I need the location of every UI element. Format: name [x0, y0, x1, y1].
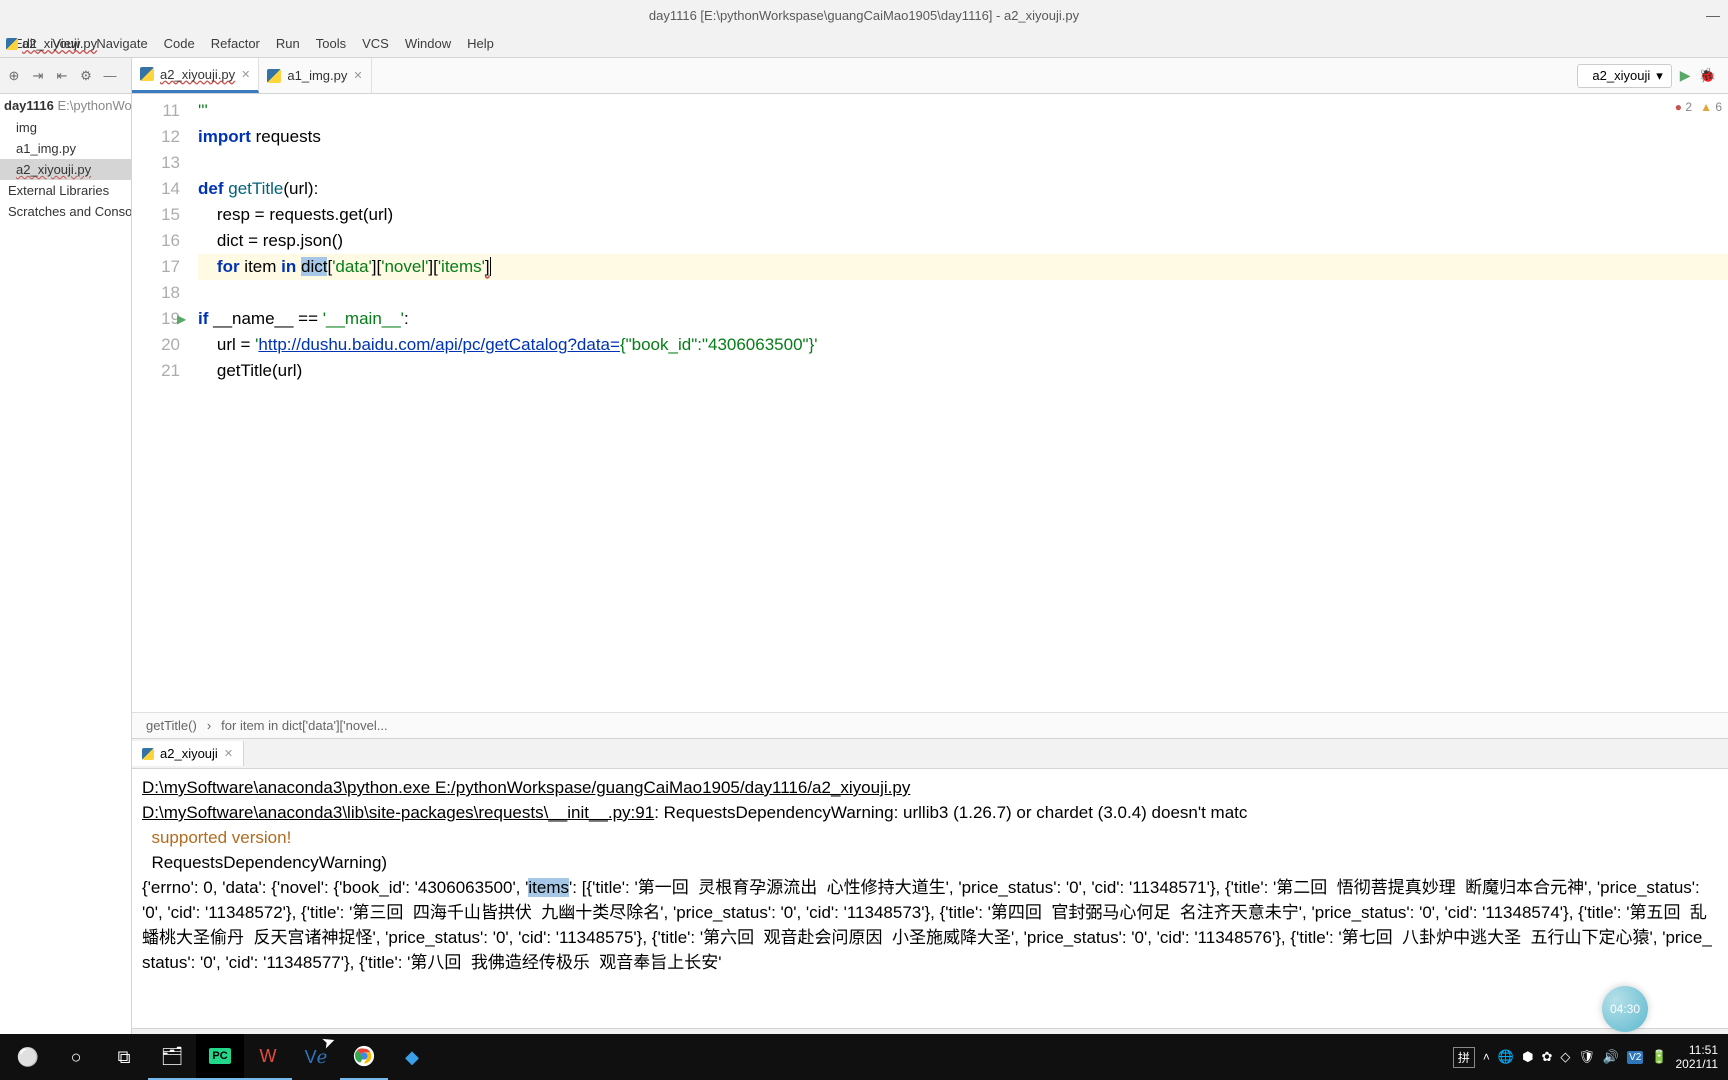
python-file-icon [140, 67, 154, 81]
code-editor[interactable]: ● 2 ▲ 6 11 12 13 14 15 16 17 18 19 20 21… [132, 94, 1728, 712]
menu-code[interactable]: Code [156, 32, 203, 55]
python-file-icon [267, 69, 281, 83]
search-button[interactable]: ⚪ [4, 1034, 52, 1080]
nav-file-label: a2_xiyouji.py [22, 36, 97, 51]
pycharm-icon[interactable]: PC [196, 1034, 244, 1080]
menu-refactor[interactable]: Refactor [203, 32, 268, 55]
python-file-icon [142, 748, 154, 760]
file-explorer-icon[interactable]: 🗂 [148, 1034, 196, 1080]
menu-vcs[interactable]: VCS [354, 32, 397, 55]
editor-tab-label: a2_xiyouji.py [160, 67, 235, 82]
title-bar: day1116 [E:\pythonWorkspase\guangCaiMao1… [0, 0, 1728, 30]
defender-icon[interactable]: 🛡 [1578, 1049, 1595, 1065]
run-tab-label: a2_xiyouji [160, 746, 218, 761]
window-title: day1116 [E:\pythonWorkspase\guangCaiMao1… [649, 8, 1079, 23]
code-lines[interactable]: ''' import requests def getTitle(url): r… [192, 94, 1728, 712]
vnc-tray-icon[interactable]: V2 [1627, 1051, 1643, 1064]
tray-chevron-icon[interactable]: ˄ [1483, 1050, 1490, 1064]
task-view-button[interactable]: ⧉ [100, 1034, 148, 1080]
expand-icon[interactable]: ⇤ [54, 68, 70, 84]
project-root-name: day1116 [4, 98, 54, 113]
run-gutter-icon[interactable]: ▶ [177, 312, 186, 326]
editor-toolbar: a2_xiyouji.py ✕ a1_img.py ✕ a2_xiyouji ▾… [0, 58, 1728, 94]
project-panel: day1116 E:\pythonWorks img a1_img.py a2_… [0, 94, 132, 1080]
menu-help[interactable]: Help [459, 32, 502, 55]
volume-icon[interactable]: 🔊 [1603, 1049, 1619, 1065]
menu-navigate[interactable]: Navigate [88, 32, 155, 55]
timer-badge: 04:30 [1602, 986, 1648, 1032]
system-tray[interactable]: 🌐 ⬢ ✿ ◇ 🛡 🔊 V2 🔋 [1498, 1049, 1668, 1065]
breadcrumb-loop[interactable]: for item in dict['data']['novel... [221, 718, 387, 733]
collapse-icon[interactable]: ⇥ [30, 68, 46, 84]
chevron-right-icon: › [207, 718, 211, 733]
run-config-name: a2_xiyouji [1592, 68, 1650, 83]
editor-area: ● 2 ▲ 6 11 12 13 14 15 16 17 18 19 20 21… [132, 94, 1728, 1080]
project-external-libraries[interactable]: External Libraries [0, 180, 131, 201]
project-root-path: E:\pythonWorks [58, 98, 131, 113]
editor-tab-a1[interactable]: a1_img.py ✕ [259, 58, 371, 93]
battery-icon[interactable]: 🔋 [1651, 1049, 1667, 1065]
menu-window[interactable]: Window [397, 32, 459, 55]
menu-run[interactable]: Run [268, 32, 308, 55]
close-icon[interactable]: ✕ [224, 747, 233, 760]
breadcrumb-fn[interactable]: getTitle() [146, 718, 197, 733]
console-output[interactable]: D:\mySoftware\anaconda3\python.exe E:/py… [132, 769, 1728, 1028]
windows-taskbar: ⚪ ○ ⧉ 🗂 PC W Vℯ ◆ 拼 ˄ 🌐 ⬢ ✿ ◇ 🛡 🔊 V2 🔋 1… [0, 1034, 1728, 1080]
line-number-gutter: 11 12 13 14 15 16 17 18 19 20 21 [132, 94, 192, 712]
app-icon[interactable]: ◆ [388, 1034, 436, 1080]
cortana-button[interactable]: ○ [52, 1034, 100, 1080]
minimize-button[interactable]: — [1706, 8, 1720, 22]
run-tab[interactable]: a2_xiyouji ✕ [132, 741, 244, 766]
run-button[interactable]: ▶ [1680, 67, 1691, 84]
tray-icon[interactable]: ⬢ [1522, 1049, 1533, 1065]
tray-icon[interactable]: ✿ [1541, 1049, 1552, 1065]
project-root[interactable]: day1116 E:\pythonWorks [0, 94, 131, 117]
project-file-a2[interactable]: a2_xiyouji.py [0, 159, 131, 180]
project-scratches[interactable]: Scratches and Consoles [0, 201, 131, 222]
menu-bar: Edit View Navigate Code Refactor Run Too… [0, 30, 1728, 58]
wps-icon[interactable]: W [244, 1034, 292, 1080]
ime-indicator[interactable]: 拼 [1453, 1047, 1475, 1068]
target-icon[interactable]: ⊕ [6, 68, 22, 84]
network-icon[interactable]: 🌐 [1498, 1049, 1514, 1065]
menu-tools[interactable]: Tools [308, 32, 354, 55]
project-folder-img[interactable]: img [0, 117, 131, 138]
close-icon[interactable]: ✕ [241, 68, 250, 81]
project-file-a1[interactable]: a1_img.py [0, 138, 131, 159]
python-file-icon [6, 38, 18, 50]
chevron-down-icon: ▾ [1656, 68, 1663, 84]
tray-icon[interactable]: ◇ [1560, 1049, 1570, 1065]
nav-file-chip[interactable]: a2_xiyouji.py [6, 36, 97, 51]
chrome-icon[interactable] [340, 1034, 388, 1080]
hide-icon[interactable]: — [102, 68, 118, 84]
taskbar-clock[interactable]: 11:51 2021/11 [1676, 1043, 1719, 1071]
editor-tab-a2[interactable]: a2_xiyouji.py ✕ [132, 58, 259, 93]
breadcrumb[interactable]: getTitle() › for item in dict['data']['n… [132, 712, 1728, 738]
project-toolbar: ⊕ ⇥ ⇤ ⚙ — [0, 58, 132, 94]
gear-icon[interactable]: ⚙ [78, 68, 94, 84]
editor-tab-label: a1_img.py [287, 68, 347, 83]
stop-bug-button[interactable]: 🐞 [1699, 67, 1716, 84]
run-tool-window: a2_xiyouji ✕ D:\mySoftware\anaconda3\pyt… [132, 738, 1728, 1028]
close-icon[interactable]: ✕ [353, 69, 362, 82]
run-configuration-selector[interactable]: a2_xiyouji ▾ [1577, 64, 1671, 88]
